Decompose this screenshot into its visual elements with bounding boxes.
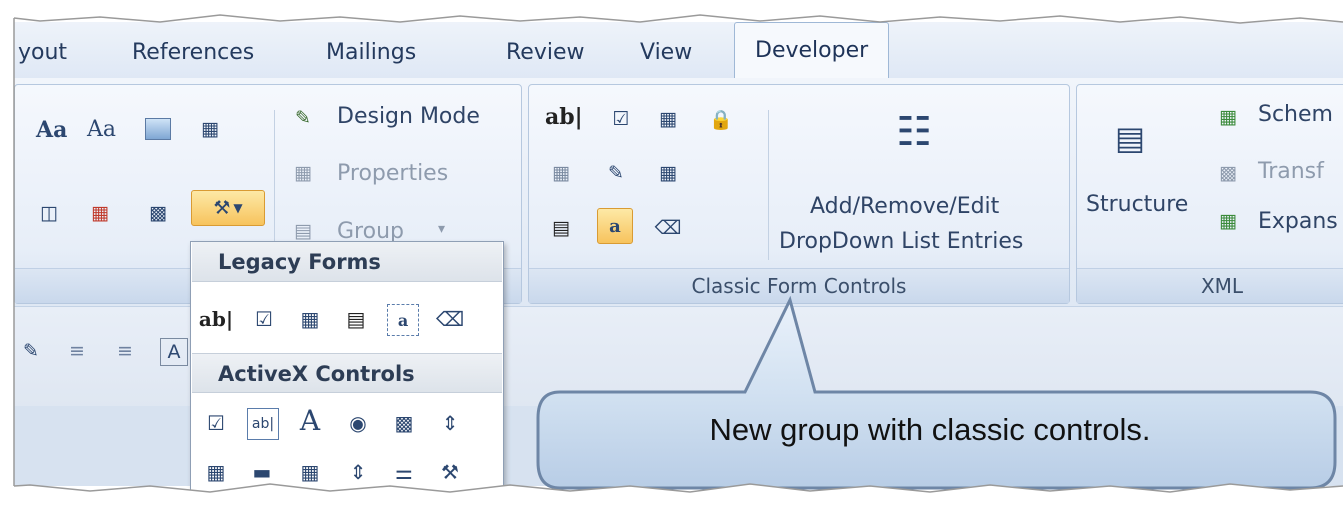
torn-edge-border [0,0,1343,522]
screenshot-frame: yout References Mailings Review View Dev… [0,0,1343,522]
